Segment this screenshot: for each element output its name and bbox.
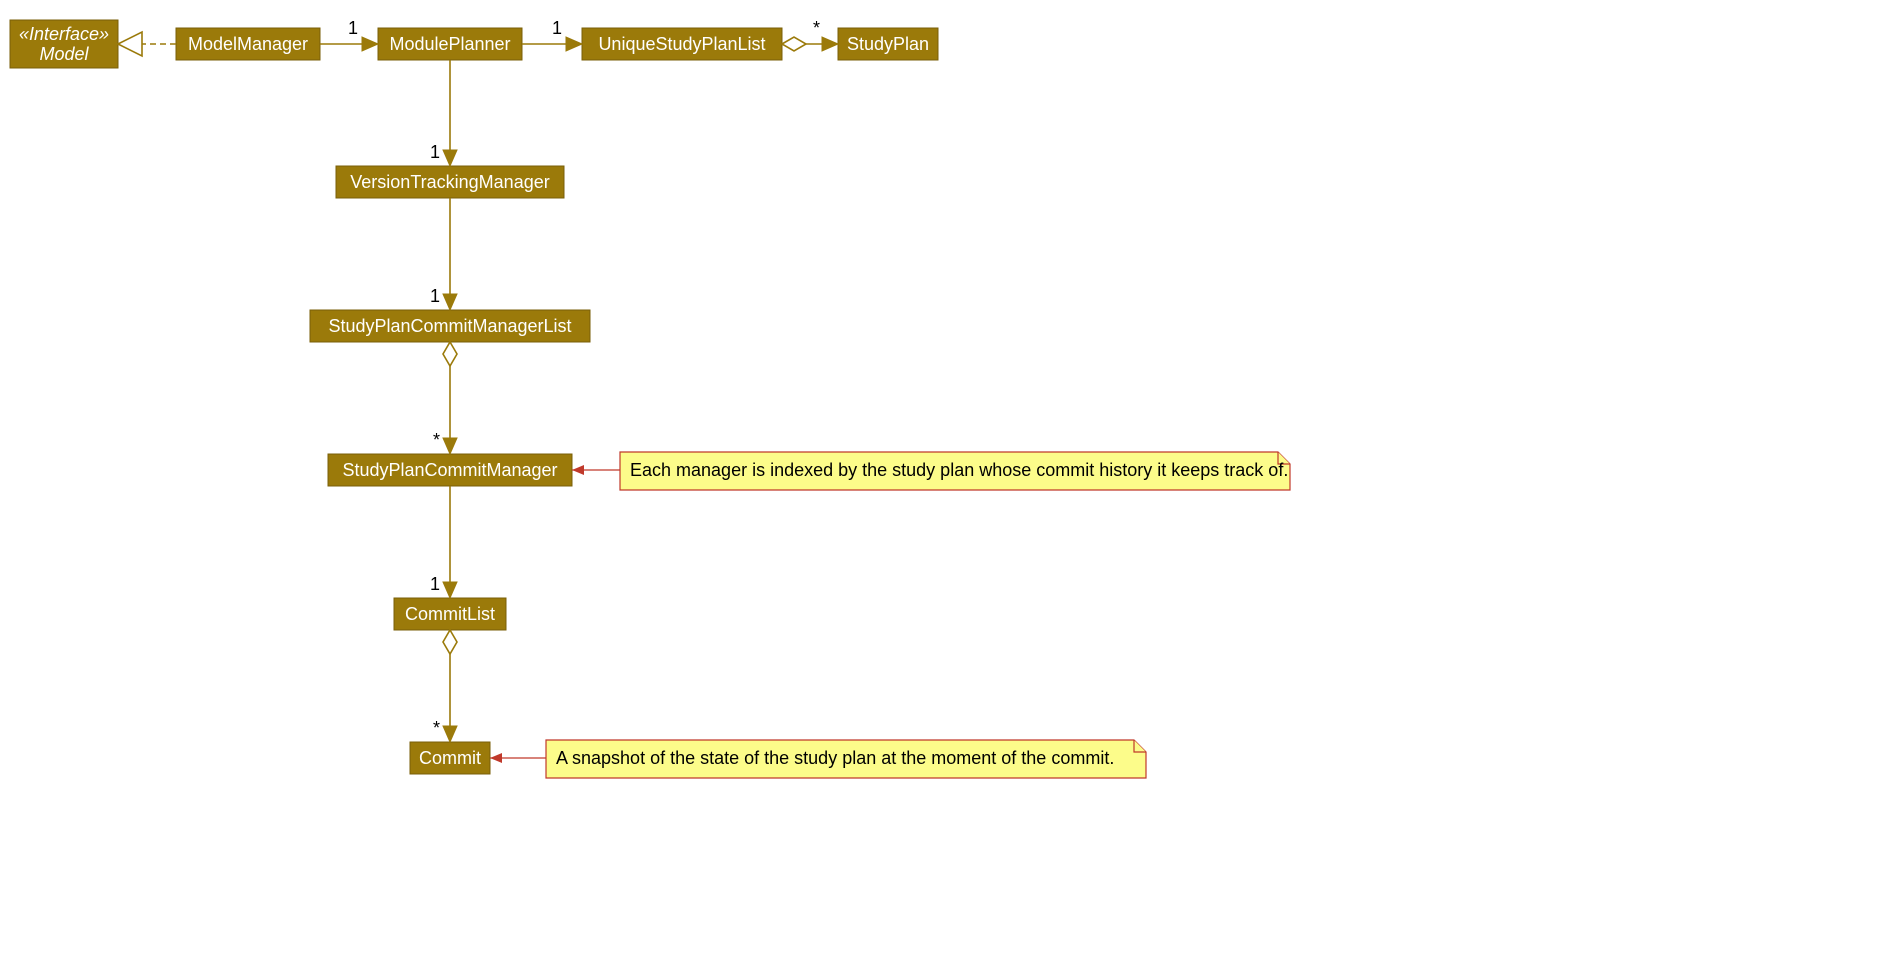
mult-uspl-sp: *: [813, 18, 820, 38]
note-commit-text: A snapshot of the state of the study pla…: [556, 748, 1114, 768]
conn-modelmanager-to-moduleplanner: 1: [320, 18, 378, 51]
class-study-plan: StudyPlan: [838, 28, 938, 60]
conn-commitlist-agg-commit: *: [433, 630, 457, 742]
mult-mm-mp: 1: [348, 18, 358, 38]
conn-spcm-to-commitlist: 1: [430, 486, 457, 598]
class-study-plan-commit-manager-list: StudyPlanCommitManagerList: [310, 310, 590, 342]
class-study-plan-commit-manager: StudyPlanCommitManager: [328, 454, 572, 486]
class-study-plan-commit-manager-list-name: StudyPlanCommitManagerList: [328, 316, 571, 336]
conn-moduleplanner-to-versiontrackingmanager: 1: [430, 60, 457, 166]
class-unique-study-plan-list: UniqueStudyPlanList: [582, 28, 782, 60]
note-spcm: Each manager is indexed by the study pla…: [572, 452, 1290, 490]
class-version-tracking-manager-name: VersionTrackingManager: [350, 172, 549, 192]
mult-vtm-spcml: 1: [430, 286, 440, 306]
note-spcm-text: Each manager is indexed by the study pla…: [630, 460, 1288, 480]
mult-mp-vtm: 1: [430, 142, 440, 162]
mult-mp-uspl: 1: [552, 18, 562, 38]
mult-cl-c: *: [433, 718, 440, 738]
uml-class-diagram: «Interface» Model ModelManager ModulePla…: [0, 0, 1885, 958]
class-model-stereotype: «Interface»: [19, 24, 109, 44]
conn-vtm-to-spcml: 1: [430, 198, 457, 310]
class-study-plan-commit-manager-name: StudyPlanCommitManager: [342, 460, 557, 480]
note-commit: A snapshot of the state of the study pla…: [490, 740, 1146, 778]
class-study-plan-name: StudyPlan: [847, 34, 929, 54]
conn-uniquestudyplanlist-agg-studyplan: *: [782, 18, 838, 51]
class-commit-name: Commit: [419, 748, 481, 768]
mult-spcm-cl: 1: [430, 574, 440, 594]
class-model-interface: «Interface» Model: [10, 20, 118, 68]
conn-moduleplanner-to-uniquestudyplanlist: 1: [522, 18, 582, 51]
mult-spcml-spcm: *: [433, 430, 440, 450]
class-model-manager: ModelManager: [176, 28, 320, 60]
class-commit: Commit: [410, 742, 490, 774]
class-model-manager-name: ModelManager: [188, 34, 308, 54]
class-module-planner: ModulePlanner: [378, 28, 522, 60]
class-commit-list-name: CommitList: [405, 604, 495, 624]
class-unique-study-plan-list-name: UniqueStudyPlanList: [598, 34, 765, 54]
class-module-planner-name: ModulePlanner: [389, 34, 510, 54]
class-version-tracking-manager: VersionTrackingManager: [336, 166, 564, 198]
conn-modelmanager-implements-model: [118, 32, 176, 56]
class-model-name: Model: [39, 44, 89, 64]
class-commit-list: CommitList: [394, 598, 506, 630]
conn-spcml-agg-spcm: *: [433, 342, 457, 454]
